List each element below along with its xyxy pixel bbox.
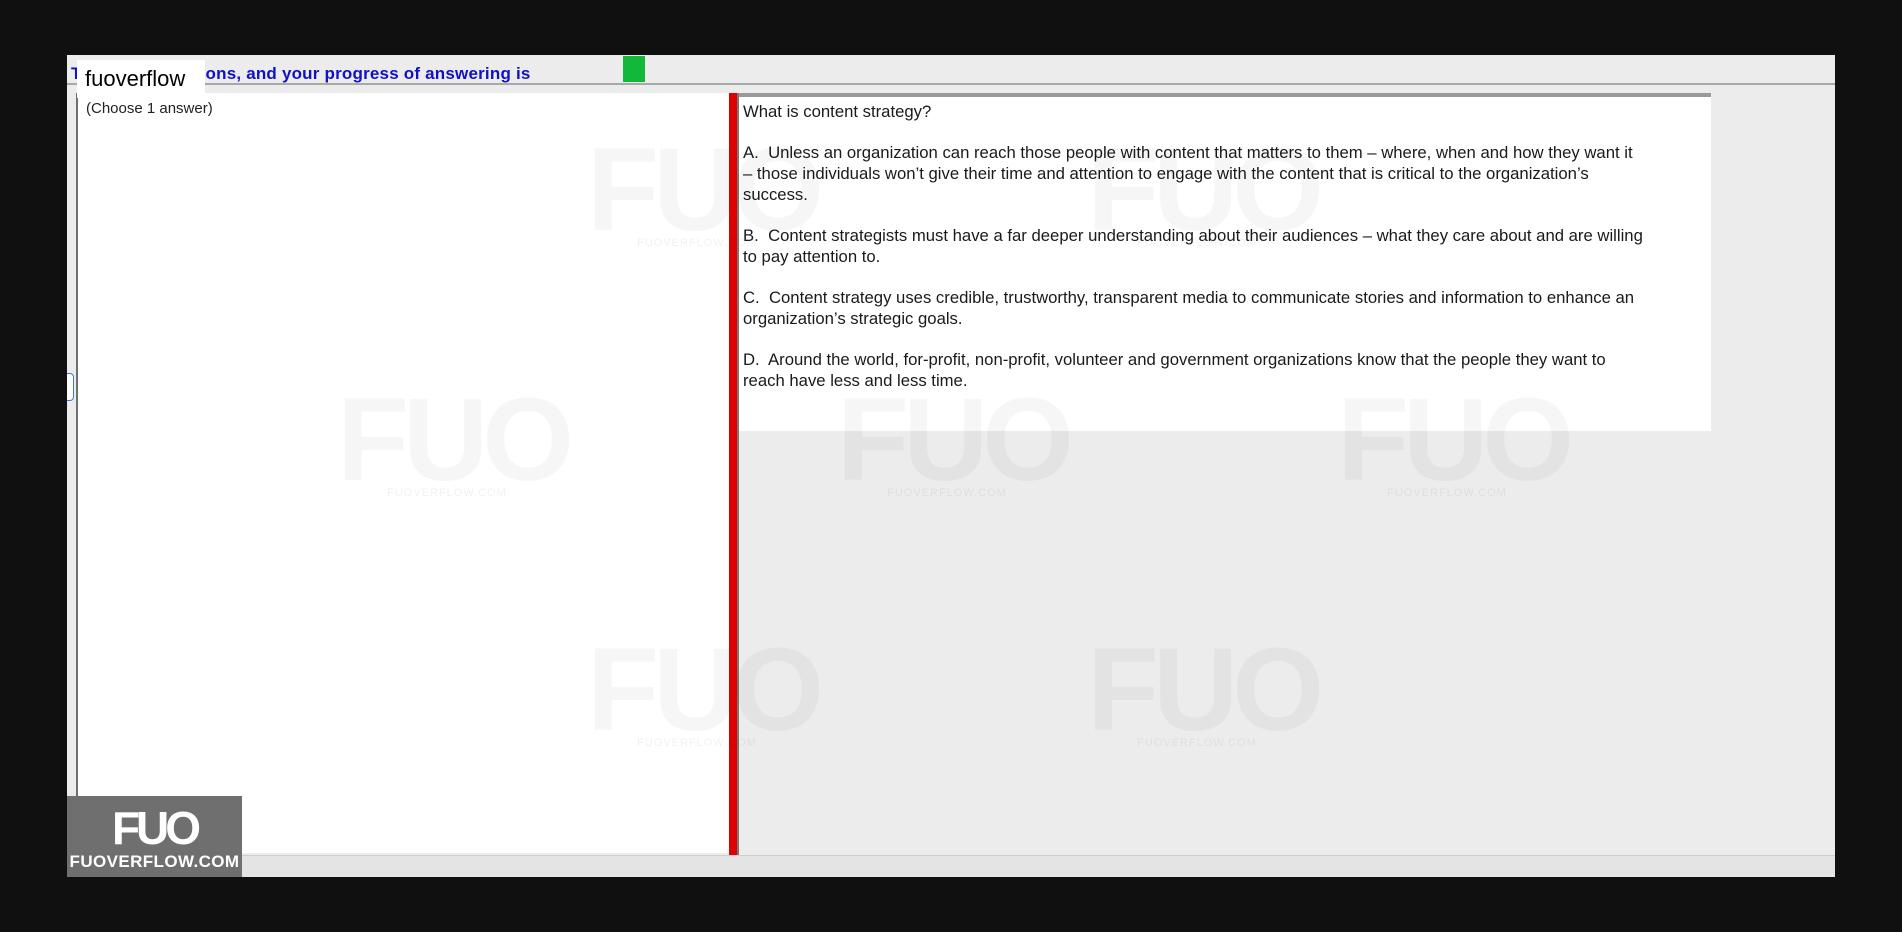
option-text: Around the world, for-profit, non-profit… [743, 350, 1606, 390]
option-a: A. Unless an organization can reach thos… [743, 142, 1643, 205]
option-b: B. Content strategists must have a far d… [743, 225, 1643, 267]
watermark-text: FUOVERFLOW.COM [887, 487, 1007, 499]
watermark: FUO FUOVERFLOW.COM [1087, 635, 1307, 749]
logo-text: FUOVERFLOW.COM [69, 852, 240, 871]
exam-window: There are questions, and your progress o… [67, 55, 1835, 877]
answer-panel: (Choose 1 answer) [76, 93, 731, 853]
status-bar [67, 855, 1835, 877]
watermark-text: FUOVERFLOW.COM [1137, 737, 1257, 749]
progress-bar-header: There are questions, and your progress o… [67, 55, 1835, 85]
option-text: Content strategists must have a far deep… [743, 226, 1643, 266]
question-panel: What is content strategy? A. Unless an o… [739, 93, 1711, 431]
watermark-text: FUOVERFLOW.COM [1387, 487, 1507, 499]
option-letter: A. [743, 143, 759, 162]
option-letter: D. [743, 350, 760, 369]
option-d: D. Around the world, for-profit, non-pro… [743, 349, 1643, 391]
question-text: What is content strategy? A. Unless an o… [743, 101, 1643, 411]
progress-indicator [623, 56, 645, 82]
panel-splitter[interactable] [729, 93, 739, 856]
site-label: fuoverflow [77, 60, 205, 98]
option-text: Unless an organization can reach those p… [743, 143, 1633, 204]
option-letter: B. [743, 226, 759, 245]
side-tab-handle[interactable] [67, 373, 74, 401]
option-text: Content strategy uses credible, trustwor… [743, 288, 1635, 328]
option-c: C. Content strategy uses credible, trust… [743, 287, 1643, 329]
watermark-mark: FUO [1087, 635, 1307, 745]
site-logo: FUO FUOVERFLOW.COM [67, 796, 242, 877]
question-title: What is content strategy? [743, 102, 932, 121]
option-letter: C. [743, 288, 760, 307]
logo-mark: FUO [111, 802, 201, 854]
choose-answer-note: (Choose 1 answer) [86, 100, 213, 117]
